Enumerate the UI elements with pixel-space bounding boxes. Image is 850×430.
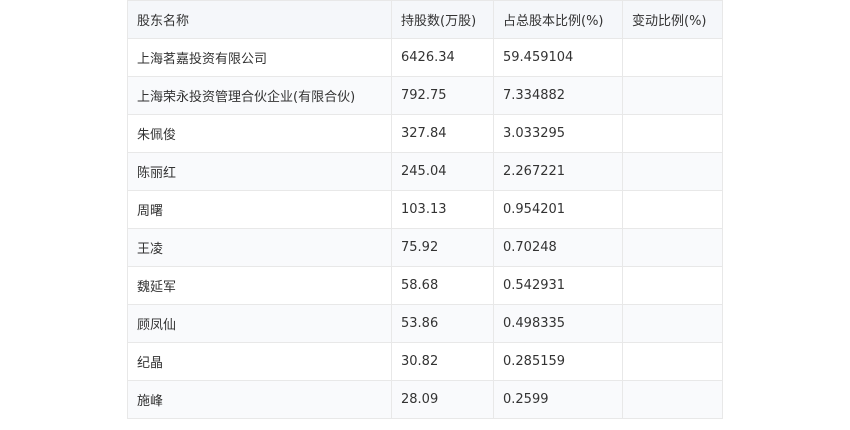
share-ratio-cell: 0.542931	[493, 266, 623, 305]
change-ratio-cell	[622, 152, 723, 191]
share-ratio-cell: 2.267221	[493, 152, 623, 191]
share-ratio-cell: 0.498335	[493, 304, 623, 343]
shareholder-name-cell: 魏延军	[127, 266, 392, 305]
change-ratio-cell	[622, 304, 723, 343]
shareholder-name-cell: 施峰	[127, 380, 392, 419]
table-row: 魏延军 58.68 0.542931	[127, 266, 723, 305]
header-shares-held: 持股数(万股)	[391, 0, 494, 39]
table-row: 朱佩俊 327.84 3.033295	[127, 114, 723, 153]
table-row: 顾凤仙 53.86 0.498335	[127, 304, 723, 343]
shareholder-name-cell: 上海荣永投资管理合伙企业(有限合伙)	[127, 76, 392, 115]
shareholder-name-cell: 纪晶	[127, 342, 392, 381]
shares-held-cell: 327.84	[391, 114, 494, 153]
share-ratio-cell: 0.954201	[493, 190, 623, 229]
table-row: 周曙 103.13 0.954201	[127, 190, 723, 229]
table-row: 上海茗嘉投资有限公司 6426.34 59.459104	[127, 38, 723, 77]
change-ratio-cell	[622, 380, 723, 419]
change-ratio-cell	[622, 190, 723, 229]
share-ratio-cell: 3.033295	[493, 114, 623, 153]
change-ratio-cell	[622, 38, 723, 77]
change-ratio-cell	[622, 114, 723, 153]
shares-held-cell: 30.82	[391, 342, 494, 381]
shareholder-name-cell: 朱佩俊	[127, 114, 392, 153]
change-ratio-cell	[622, 76, 723, 115]
table-header-row: 股东名称 持股数(万股) 占总股本比例(%) 变动比例(%)	[127, 0, 723, 39]
shares-held-cell: 75.92	[391, 228, 494, 267]
shares-held-cell: 792.75	[391, 76, 494, 115]
share-ratio-cell: 0.285159	[493, 342, 623, 381]
table-row: 纪晶 30.82 0.285159	[127, 342, 723, 381]
shares-held-cell: 28.09	[391, 380, 494, 419]
shareholder-table: 股东名称 持股数(万股) 占总股本比例(%) 变动比例(%) 上海茗嘉投资有限公…	[127, 0, 723, 419]
share-ratio-cell: 0.2599	[493, 380, 623, 419]
shareholder-name-cell: 顾凤仙	[127, 304, 392, 343]
share-ratio-cell: 0.70248	[493, 228, 623, 267]
shareholder-name-cell: 周曙	[127, 190, 392, 229]
change-ratio-cell	[622, 228, 723, 267]
shares-held-cell: 245.04	[391, 152, 494, 191]
shares-held-cell: 6426.34	[391, 38, 494, 77]
shareholder-name-cell: 王凌	[127, 228, 392, 267]
shareholder-name-cell: 上海茗嘉投资有限公司	[127, 38, 392, 77]
table-row: 施峰 28.09 0.2599	[127, 380, 723, 419]
table-row: 王凌 75.92 0.70248	[127, 228, 723, 267]
share-ratio-cell: 59.459104	[493, 38, 623, 77]
shares-held-cell: 103.13	[391, 190, 494, 229]
change-ratio-cell	[622, 342, 723, 381]
shareholder-name-cell: 陈丽红	[127, 152, 392, 191]
header-share-ratio: 占总股本比例(%)	[493, 0, 623, 39]
header-change-ratio: 变动比例(%)	[622, 0, 723, 39]
shareholder-table-container: 股东名称 持股数(万股) 占总股本比例(%) 变动比例(%) 上海茗嘉投资有限公…	[127, 0, 723, 419]
table-row: 上海荣永投资管理合伙企业(有限合伙) 792.75 7.334882	[127, 76, 723, 115]
shares-held-cell: 53.86	[391, 304, 494, 343]
table-row: 陈丽红 245.04 2.267221	[127, 152, 723, 191]
header-shareholder-name: 股东名称	[127, 0, 392, 39]
change-ratio-cell	[622, 266, 723, 305]
share-ratio-cell: 7.334882	[493, 76, 623, 115]
shares-held-cell: 58.68	[391, 266, 494, 305]
